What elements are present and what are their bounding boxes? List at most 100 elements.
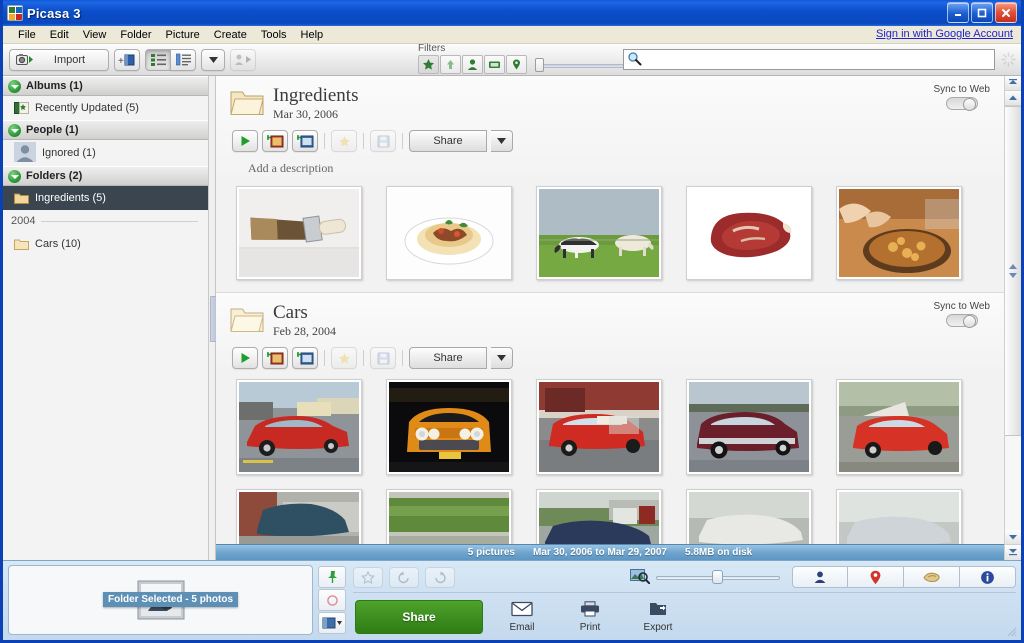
print-button[interactable]: Print: [561, 600, 619, 633]
info-view-icon[interactable]: [960, 566, 1016, 588]
export-button[interactable]: Export: [629, 601, 687, 633]
menu-bar: File Edit View Folder Picture Create Too…: [3, 26, 1021, 44]
sidebar-section-people[interactable]: People (1): [3, 120, 208, 140]
save-icon[interactable]: [370, 130, 396, 152]
scroll-down-icon[interactable]: [1005, 530, 1021, 545]
sign-in-link[interactable]: Sign in with Google Account: [876, 28, 1013, 40]
create-movie-icon[interactable]: [292, 347, 318, 369]
collapse-triangle-icon[interactable]: [8, 79, 21, 93]
list-view-icon[interactable]: [145, 48, 171, 71]
share-button[interactable]: Share: [355, 599, 483, 634]
rotate-right-icon[interactable]: [425, 566, 455, 588]
person-slideshow-icon[interactable]: [230, 48, 256, 71]
photo-thumbnail[interactable]: [686, 379, 812, 475]
sync-toggle[interactable]: [945, 314, 978, 328]
photo-grid-cars: [216, 369, 1004, 487]
folder-icon: [14, 192, 29, 204]
sidebar-section-albums-label: Albums (1): [26, 80, 83, 92]
create-collage-icon[interactable]: [262, 130, 288, 152]
share-button[interactable]: Share: [409, 347, 487, 369]
sidebar-section-folders[interactable]: Folders (2): [3, 166, 208, 186]
page-down-icon[interactable]: [1005, 545, 1021, 560]
collapse-triangle-icon[interactable]: [8, 123, 21, 137]
sidebar-item-ingredients[interactable]: Ingredients (5): [3, 186, 208, 210]
import-button[interactable]: Import: [9, 48, 109, 71]
people-filter-icon[interactable]: [462, 55, 483, 74]
cooking-wok-photo: [839, 189, 959, 277]
folder-description[interactable]: Add a description: [230, 152, 992, 176]
minimize-icon[interactable]: [947, 2, 969, 23]
sidebar-item-ignored[interactable]: Ignored (1): [3, 140, 208, 166]
create-collage-icon[interactable]: [262, 347, 288, 369]
menu-item-edit[interactable]: Edit: [43, 28, 76, 42]
folder-date: Feb 28, 2004: [273, 324, 336, 338]
share-button[interactable]: Share: [409, 130, 487, 152]
sidebar-item-label: Ingredients (5): [35, 192, 106, 204]
zoom-slider[interactable]: [656, 570, 780, 584]
menu-item-tools[interactable]: Tools: [254, 28, 294, 42]
collapse-triangle-icon[interactable]: [8, 169, 21, 183]
rotate-left-icon[interactable]: [389, 566, 419, 588]
menu-item-file[interactable]: File: [11, 28, 43, 42]
folder-actions-cars: Share: [232, 347, 992, 369]
menu-item-picture[interactable]: Picture: [159, 28, 207, 42]
places-view-icon[interactable]: [848, 566, 904, 588]
vertical-scrollbar[interactable]: [1004, 76, 1021, 560]
photo-thumbnail[interactable]: [386, 379, 512, 475]
tray-selection-area[interactable]: Folder Selected - 5 photos: [8, 565, 313, 635]
play-slideshow-icon[interactable]: [232, 347, 258, 369]
photo-thumbnail[interactable]: [686, 186, 812, 280]
photo-thumbnail[interactable]: [836, 379, 962, 475]
scroll-up-icon[interactable]: [1005, 91, 1021, 106]
upload-filter-icon[interactable]: [440, 55, 461, 74]
play-slideshow-icon[interactable]: [232, 130, 258, 152]
photo-thumbnail[interactable]: [236, 379, 362, 475]
sync-to-web-control[interactable]: Sync to Web: [933, 84, 990, 111]
star-filter-icon[interactable]: [418, 55, 439, 74]
chevron-down-icon[interactable]: [491, 130, 513, 152]
photo-thumbnail[interactable]: [236, 186, 362, 280]
add-album-icon[interactable]: +: [114, 48, 140, 71]
page-up-icon[interactable]: [1005, 76, 1021, 91]
menu-item-view[interactable]: View: [76, 28, 114, 42]
video-filter-icon[interactable]: [484, 55, 505, 74]
scrollbar-track[interactable]: [1005, 436, 1021, 530]
sync-to-web-control[interactable]: Sync to Web: [933, 301, 990, 328]
search-box[interactable]: [623, 49, 995, 70]
save-icon[interactable]: [370, 347, 396, 369]
chevron-down-icon[interactable]: [491, 347, 513, 369]
sidebar-item-recently-updated[interactable]: Recently Updated (5): [3, 96, 208, 120]
photo-thumbnail[interactable]: [386, 186, 512, 280]
sidebar-section-albums[interactable]: Albums (1): [3, 76, 208, 96]
detail-view-icon[interactable]: [170, 48, 196, 71]
photo-thumbnail[interactable]: [536, 186, 662, 280]
pin-icon[interactable]: [318, 566, 346, 588]
star-icon[interactable]: [331, 130, 357, 152]
menu-item-create[interactable]: Create: [207, 28, 254, 42]
create-movie-icon[interactable]: [292, 130, 318, 152]
search-input[interactable]: [642, 53, 994, 66]
resize-grip[interactable]: [1005, 625, 1017, 637]
photo-thumbnail[interactable]: [836, 186, 962, 280]
chevron-down-icon[interactable]: [201, 48, 225, 71]
close-icon[interactable]: [995, 2, 1017, 23]
photo-thumbnail[interactable]: [536, 379, 662, 475]
clear-selection-icon[interactable]: [318, 589, 346, 611]
people-view-icon[interactable]: [792, 566, 848, 588]
sidebar-splitter[interactable]: [209, 76, 217, 560]
geotag-filter-icon[interactable]: [506, 55, 527, 74]
tags-view-icon[interactable]: [904, 566, 960, 588]
star-icon[interactable]: [331, 347, 357, 369]
menu-item-folder[interactable]: Folder: [113, 28, 158, 42]
star-icon[interactable]: [353, 566, 383, 588]
sync-toggle[interactable]: [945, 97, 978, 111]
maximize-icon[interactable]: [971, 2, 993, 23]
email-button[interactable]: Email: [493, 601, 551, 633]
sidebar-item-cars[interactable]: Cars (10): [3, 232, 208, 256]
main-toolbar: Import + Filters: [3, 43, 1021, 76]
menu-item-help[interactable]: Help: [294, 28, 331, 42]
email-icon: [511, 601, 533, 620]
tray-status-badge: Folder Selected - 5 photos: [103, 592, 239, 607]
add-to-album-icon[interactable]: [318, 612, 346, 634]
scrollbar-thumb[interactable]: [1005, 106, 1021, 436]
